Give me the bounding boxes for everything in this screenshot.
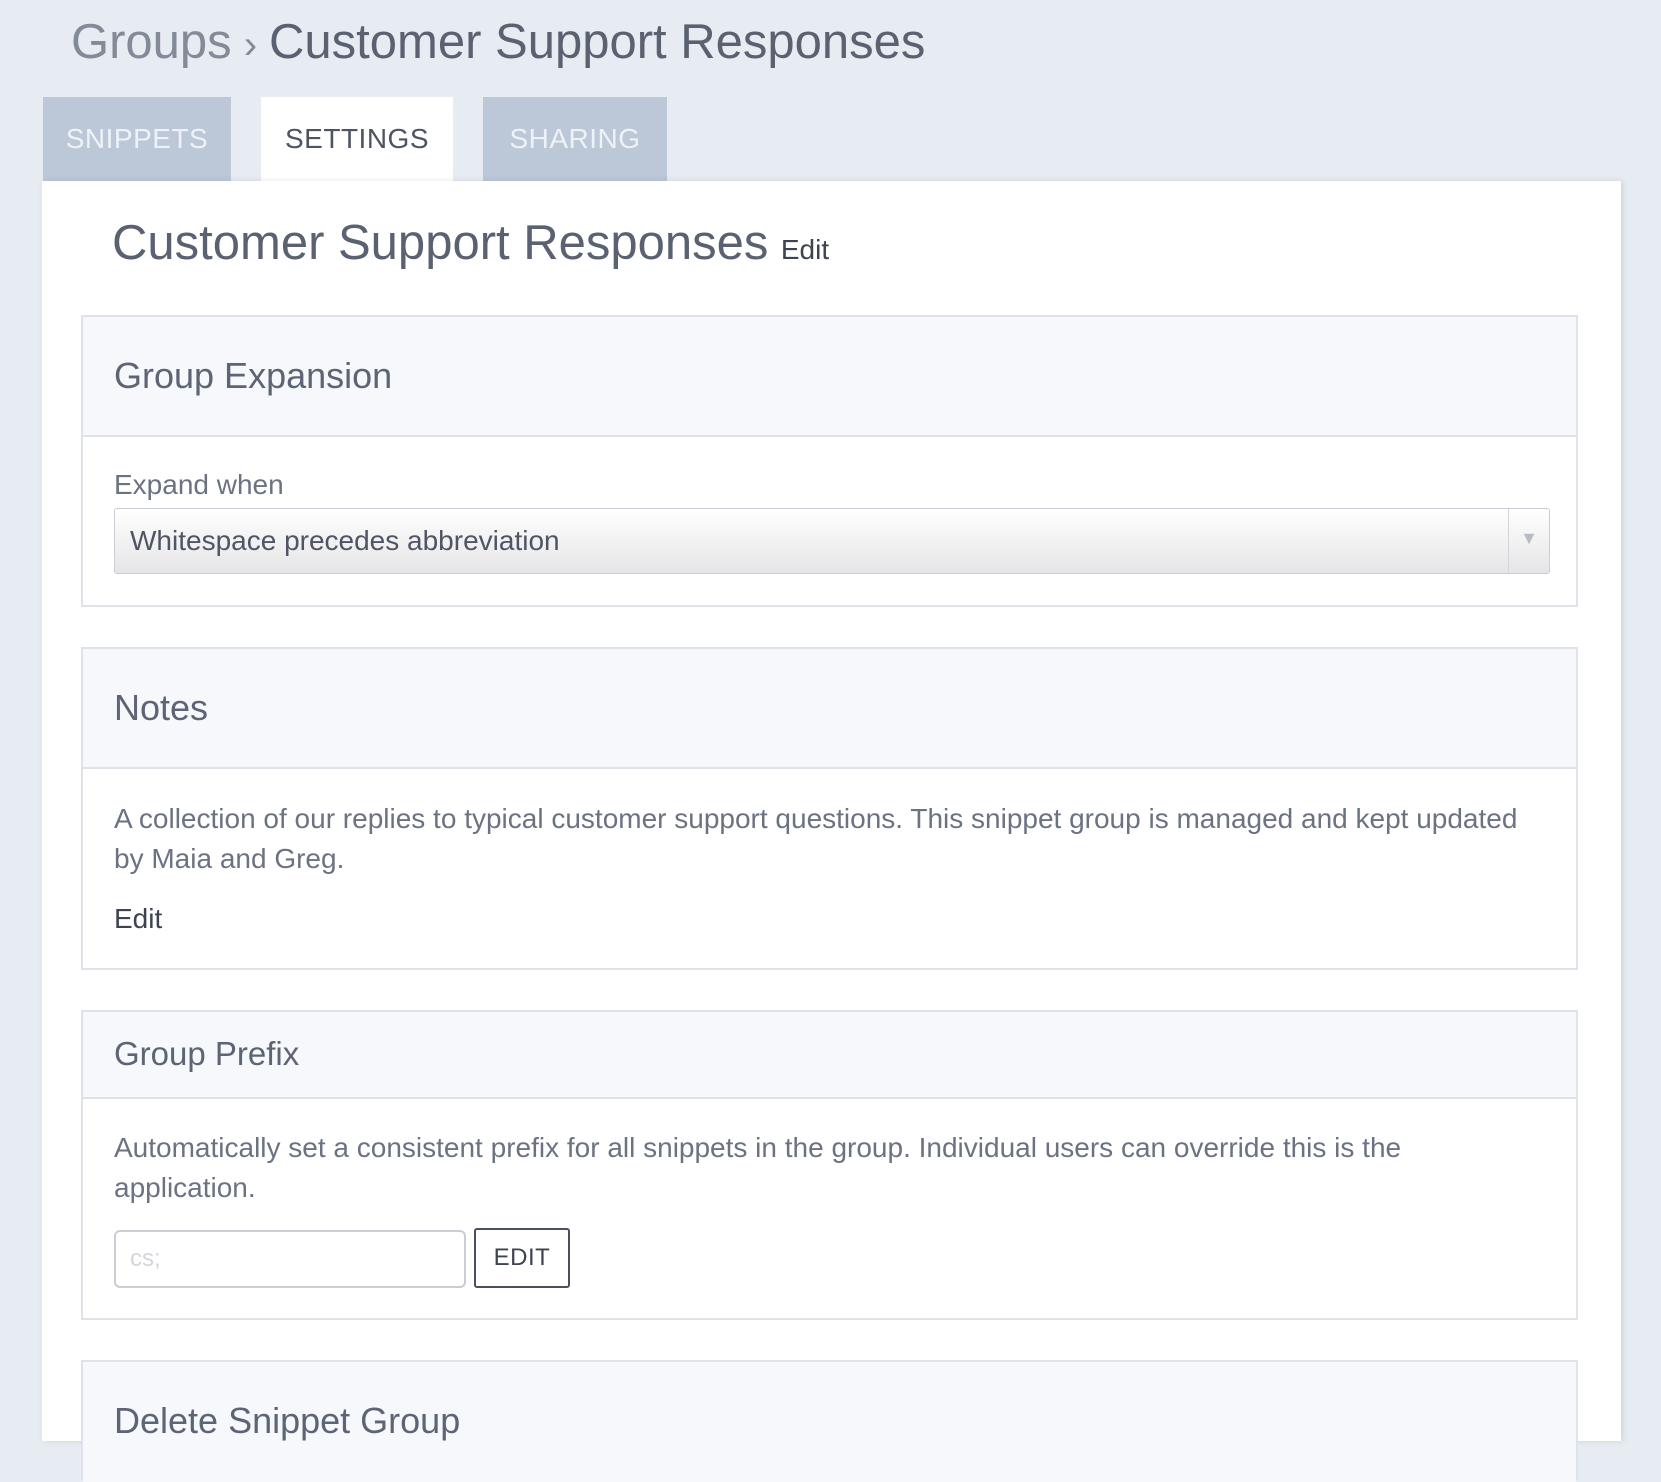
notes-text: A collection of our replies to typical c…	[114, 803, 1518, 874]
group-prefix-input[interactable]	[114, 1230, 466, 1288]
group-expansion-card: Group Expansion Expand when Whitespace p…	[81, 315, 1578, 607]
notes-card: Notes A collection of our replies to typ…	[81, 647, 1578, 970]
breadcrumb-current: Customer Support Responses	[269, 15, 926, 69]
group-expansion-title: Group Expansion	[83, 317, 1576, 437]
chevron-down-icon[interactable]: ▼	[1508, 509, 1549, 573]
breadcrumb-separator-icon: ›	[243, 23, 258, 67]
group-prefix-title: Group Prefix	[83, 1012, 1576, 1099]
group-heading: Customer Support Responses Edit	[112, 215, 829, 271]
edit-group-name-link[interactable]: Edit	[781, 234, 829, 265]
group-prefix-description: Automatically set a consistent prefix fo…	[114, 1132, 1402, 1203]
tab-snippets[interactable]: SNIPPETS	[43, 97, 231, 181]
group-title: Customer Support Responses	[112, 216, 769, 270]
delete-snippet-group-card: Delete Snippet Group	[81, 1360, 1578, 1482]
edit-prefix-button[interactable]: EDIT	[474, 1228, 570, 1288]
notes-title: Notes	[83, 649, 1576, 769]
tab-settings[interactable]: SETTINGS	[261, 97, 453, 183]
expand-when-selected-value: Whitespace precedes abbreviation	[130, 525, 560, 556]
breadcrumb-groups-link[interactable]: Groups	[71, 15, 232, 69]
settings-panel: Customer Support Responses Edit Group Ex…	[42, 181, 1621, 1482]
tab-sharing[interactable]: SHARING	[483, 97, 667, 181]
expand-when-label: Expand when	[114, 469, 284, 500]
group-prefix-card: Group Prefix Automatically set a consist…	[81, 1010, 1578, 1320]
delete-snippet-group-title: Delete Snippet Group	[83, 1362, 1576, 1482]
breadcrumb: Groups › Customer Support Responses	[71, 12, 925, 75]
edit-notes-link[interactable]: Edit	[114, 903, 162, 935]
expand-when-select[interactable]: Whitespace precedes abbreviation ▼	[114, 508, 1550, 574]
